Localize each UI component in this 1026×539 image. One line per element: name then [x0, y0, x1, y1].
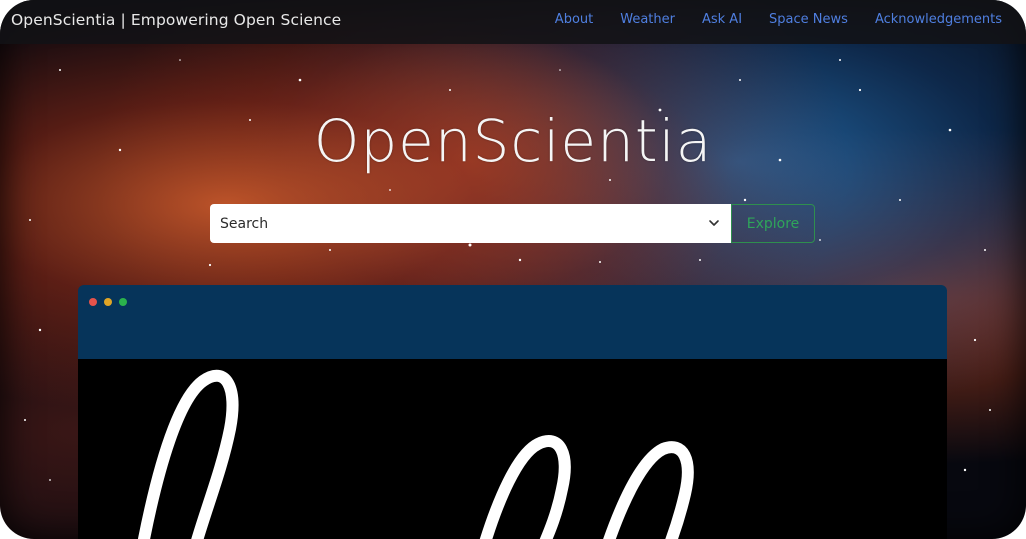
- nav-link-weather[interactable]: Weather: [620, 12, 675, 27]
- search-select[interactable]: Search: [210, 204, 731, 243]
- nav-links: About Weather Ask AI Space News Acknowle…: [555, 12, 1002, 27]
- nav-link-about[interactable]: About: [555, 12, 593, 27]
- search-select-value: Search: [220, 215, 269, 232]
- window-title-bar: [78, 285, 947, 359]
- minimize-dot-icon[interactable]: [104, 298, 112, 306]
- handwriting-stroke-graphic: [138, 369, 694, 539]
- terminal-window: [78, 285, 947, 539]
- nav-link-space-news[interactable]: Space News: [769, 12, 848, 27]
- nav-link-ask-ai[interactable]: Ask AI: [702, 12, 742, 27]
- hero-title: OpenScientia: [313, 107, 713, 175]
- explore-button[interactable]: Explore: [731, 204, 815, 243]
- brand-link[interactable]: OpenScientia | Empowering Open Science: [11, 11, 341, 29]
- page-frame: OpenScientia | Empowering Open Science A…: [0, 0, 1026, 539]
- window-canvas: [78, 359, 947, 539]
- close-dot-icon[interactable]: [89, 298, 97, 306]
- chevron-down-icon: [709, 220, 719, 226]
- nav-link-acknowledgements[interactable]: Acknowledgements: [875, 12, 1002, 27]
- top-navbar: OpenScientia | Empowering Open Science A…: [0, 0, 1026, 44]
- maximize-dot-icon[interactable]: [119, 298, 127, 306]
